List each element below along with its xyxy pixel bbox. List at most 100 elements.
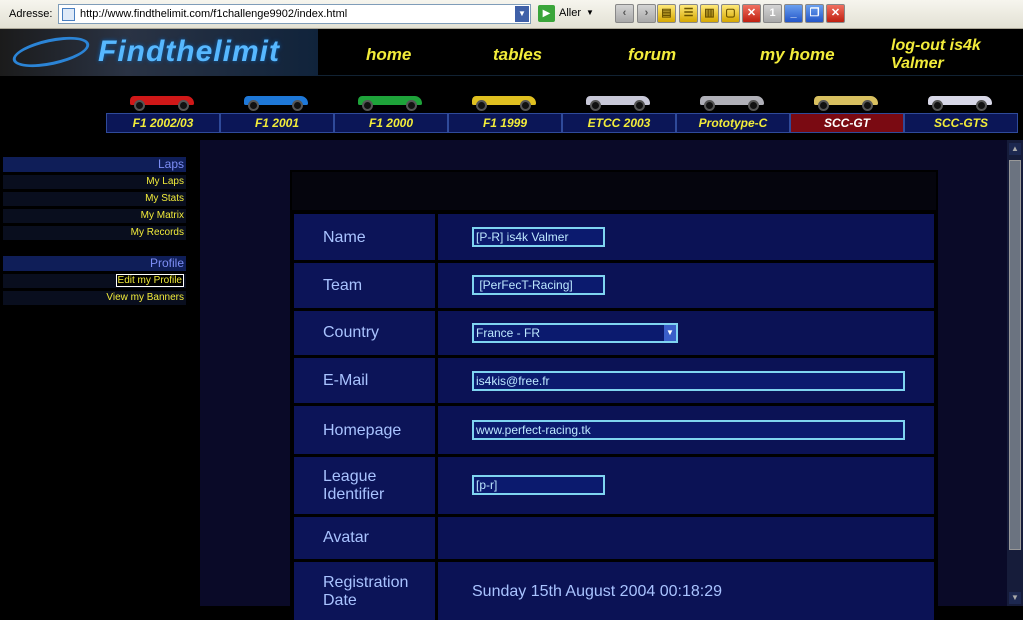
row-email: E-Mail is4kis@free.fr	[294, 358, 934, 403]
nav-home[interactable]: home	[366, 45, 411, 65]
email-label: E-Mail	[323, 372, 369, 389]
sidebar-item-my-matrix[interactable]: My Matrix	[3, 209, 186, 223]
car-wheel	[862, 100, 873, 111]
car-wheel	[704, 100, 715, 111]
avatar-label: Avatar	[323, 529, 369, 546]
row-label-cell: Homepage	[294, 406, 438, 454]
scroll-thumb[interactable]	[1009, 160, 1021, 550]
minimize-icon[interactable]: _	[784, 4, 803, 23]
forward-icon[interactable]: ›	[637, 4, 656, 23]
back-icon[interactable]: ‹	[615, 4, 634, 23]
tile-horizontal-icon[interactable]: ☰	[679, 4, 698, 23]
car-image-5[interactable]	[696, 88, 768, 111]
go-dropdown-icon[interactable]: ▼	[586, 8, 594, 17]
site-logo[interactable]: Findthelimit	[0, 29, 318, 76]
close-all-icon[interactable]: ✕	[742, 4, 761, 23]
category-tab-1[interactable]: F1 2001	[220, 113, 334, 133]
panel-header	[292, 172, 936, 210]
car-image-3[interactable]	[468, 88, 540, 111]
car-wheel	[406, 100, 417, 111]
sidebar-heading-profile: Profile	[3, 256, 186, 271]
go-arrow-icon: ▶	[538, 5, 555, 22]
nav-my-home[interactable]: my home	[760, 45, 835, 65]
nav-tables[interactable]: tables	[493, 45, 542, 65]
country-value: France - FR	[476, 326, 541, 340]
row-label-cell: Country	[294, 311, 438, 355]
league-label: League Identifier	[323, 468, 385, 503]
logo-text: Findthelimit	[98, 35, 280, 68]
sidebar-heading-laps: Laps	[3, 157, 186, 172]
homepage-label: Homepage	[323, 422, 402, 439]
car-wheel	[590, 100, 601, 111]
sidebar-item-my-records[interactable]: My Records	[3, 226, 186, 240]
car-wheel	[520, 100, 531, 111]
browser-address-bar: Adresse: http://www.findthelimit.com/f1c…	[0, 0, 1023, 29]
window-count-badge: 1	[763, 4, 782, 23]
car-wheel	[976, 100, 987, 111]
website: Findthelimit home tables forum my home l…	[0, 29, 1023, 620]
registration-label: Registration Date	[323, 574, 409, 609]
car-wheel	[362, 100, 373, 111]
category-tab-6[interactable]: SCC-GT	[790, 113, 904, 133]
scroll-up-icon[interactable]: ▲	[1009, 143, 1021, 155]
car-wheel	[932, 100, 943, 111]
main-content: Name [P-R] is4k Valmer Team [PerFecT-Rac…	[200, 140, 1007, 620]
tile-vertical-icon[interactable]: ▥	[700, 4, 719, 23]
car-image-6[interactable]	[810, 88, 882, 111]
car-wheel	[818, 100, 829, 111]
address-label: Adresse:	[9, 8, 53, 20]
registration-date: Sunday 15th August 2004 00:18:29	[472, 583, 722, 600]
team-field[interactable]: [PerFecT-Racing]	[472, 275, 605, 295]
category-tab-3[interactable]: F1 1999	[448, 113, 562, 133]
tile-icon[interactable]: ▤	[657, 4, 676, 23]
row-homepage: Homepage www.perfect-racing.tk	[294, 406, 934, 454]
site-banner: Findthelimit home tables forum my home l…	[0, 29, 1023, 76]
car-wheel	[134, 100, 145, 111]
car-wheel	[634, 100, 645, 111]
row-label-cell: League Identifier	[294, 457, 438, 514]
chevron-down-icon[interactable]: ▼	[515, 6, 529, 22]
nav-forum[interactable]: forum	[628, 45, 676, 65]
scrollbar[interactable]: ▲ ▼	[1007, 140, 1023, 606]
sidebar-item-label: Edit my Profile	[115, 274, 184, 287]
name-field[interactable]: [P-R] is4k Valmer	[472, 227, 605, 247]
sidebar-item-my-stats[interactable]: My Stats	[3, 192, 186, 206]
sidebar-item-my-laps[interactable]: My Laps	[3, 175, 186, 189]
row-label-cell: E-Mail	[294, 358, 438, 403]
category-tab-5[interactable]: Prototype-C	[676, 113, 790, 133]
car-image-7[interactable]	[924, 88, 996, 111]
country-label: Country	[323, 324, 380, 341]
car-wheel	[748, 100, 759, 111]
sidebar-item-view-banners[interactable]: View my Banners	[3, 291, 186, 305]
category-tab-0[interactable]: F1 2002/03	[106, 113, 220, 133]
nav-logout[interactable]: log-out is4k Valmer	[891, 37, 1011, 73]
car-image-0[interactable]	[126, 88, 198, 111]
logo-swoosh-icon	[10, 31, 92, 73]
category-tab-7[interactable]: SCC-GTS	[904, 113, 1018, 133]
car-wheel	[476, 100, 487, 111]
category-tab-2[interactable]: F1 2000	[334, 113, 448, 133]
car-image-2[interactable]	[354, 88, 426, 111]
car-image-1[interactable]	[240, 88, 312, 111]
go-button[interactable]: ▶ Aller ▼	[538, 5, 598, 23]
email-field[interactable]: is4kis@free.fr	[472, 371, 905, 391]
row-label-cell: Avatar	[294, 517, 438, 559]
homepage-field[interactable]: www.perfect-racing.tk	[472, 420, 905, 440]
cascade-icon[interactable]: ▢	[721, 4, 740, 23]
chevron-down-icon[interactable]: ▼	[664, 325, 676, 341]
league-field[interactable]: [p-r]	[472, 475, 605, 495]
country-select[interactable]: France - FR ▼	[472, 323, 678, 343]
restore-icon[interactable]: ❐	[805, 4, 824, 23]
sidebar-item-edit-profile[interactable]: Edit my Profile	[3, 274, 186, 288]
row-team: Team [PerFecT-Racing]	[294, 263, 934, 308]
car-image-4[interactable]	[582, 88, 654, 111]
car-wheel	[178, 100, 189, 111]
scroll-down-icon[interactable]: ▼	[1009, 592, 1021, 604]
close-icon[interactable]: ✕	[826, 4, 845, 23]
address-input[interactable]: http://www.findthelimit.com/f1challenge9…	[58, 4, 531, 24]
category-tab-4[interactable]: ETCC 2003	[562, 113, 676, 133]
row-name: Name [P-R] is4k Valmer	[294, 214, 934, 260]
row-avatar: Avatar	[294, 517, 934, 559]
go-label: Aller	[559, 7, 582, 19]
car-wheel	[292, 100, 303, 111]
